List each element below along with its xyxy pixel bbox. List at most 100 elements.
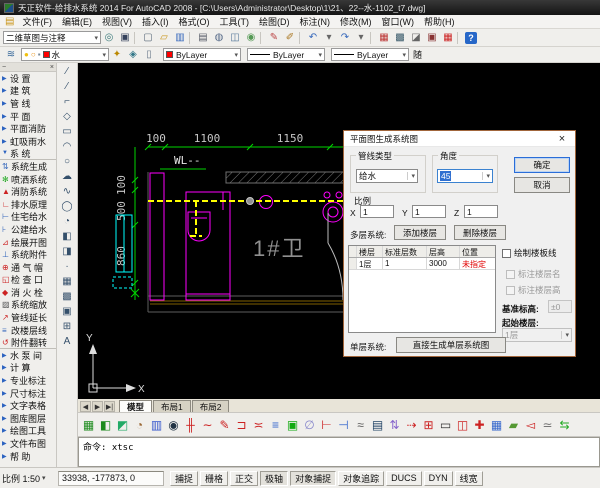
layer-manager-icon[interactable]: ◈: [125, 48, 141, 62]
sidebar-group-settings[interactable]: 设 置: [0, 72, 56, 85]
undo-icon[interactable]: ↶: [305, 31, 321, 45]
menu-item[interactable]: 插入(I): [137, 17, 174, 27]
color-combobox[interactable]: ByLayer: [163, 48, 241, 61]
tz-tool-icon[interactable]: ⇆: [556, 416, 573, 433]
tz-tool-icon[interactable]: ≡: [267, 416, 284, 433]
text-icon[interactable]: A: [59, 334, 76, 349]
matchprop-icon[interactable]: ✐: [282, 31, 298, 45]
tab-last-icon[interactable]: ▶|: [104, 401, 115, 412]
sidebar-group-system[interactable]: 系 统: [0, 148, 56, 161]
toolbar-icon[interactable]: [134, 32, 139, 44]
sidebar-cmd-change-floor-line[interactable]: ≡ 改楼层线: [0, 324, 56, 337]
workspace-combobox[interactable]: 二维草图与注释: [3, 31, 101, 44]
tz-tool-icon[interactable]: ≃: [539, 416, 556, 433]
toggle-polar[interactable]: 极轴: [260, 471, 288, 486]
tz-doc-icon[interactable]: ◪: [408, 31, 424, 45]
redo-icon[interactable]: ↷: [337, 31, 353, 45]
ellipse-icon[interactable]: ◯: [59, 199, 76, 214]
sidebar-cmd-pipe-extend[interactable]: ↗ 管线延长: [0, 311, 56, 324]
sidebar-group-text-table[interactable]: 文字表格: [0, 399, 56, 412]
dialog-close-icon[interactable]: ×: [555, 133, 569, 145]
tz-tool-icon[interactable]: ≍: [250, 416, 267, 433]
circle-icon[interactable]: ○: [59, 154, 76, 169]
scale-y-input[interactable]: 1: [412, 205, 446, 218]
tz-tool-icon[interactable]: ▦: [80, 416, 97, 433]
polyline-icon[interactable]: ⌐: [59, 94, 76, 109]
floor-table[interactable]: 楼层 标准层数 层高 位置 1层 1 3000 未指定: [348, 245, 496, 333]
tz-tool-icon[interactable]: ▤: [369, 416, 386, 433]
tab-layout1[interactable]: 布局1: [153, 400, 191, 412]
toolbar-icon[interactable]: [260, 32, 265, 44]
toolbar-icon[interactable]: [189, 32, 194, 44]
tab-layout2[interactable]: 布局2: [192, 400, 230, 412]
table-icon[interactable]: ⊞: [59, 319, 76, 334]
sidebar-group-pipeline[interactable]: 管 线: [0, 97, 56, 110]
rectangle-icon[interactable]: ▭: [59, 124, 76, 139]
generate-single-button[interactable]: 直接生成单层系统图: [396, 337, 506, 353]
toggle-dyn[interactable]: DYN: [424, 471, 453, 486]
publish-icon[interactable]: ◫: [227, 31, 243, 45]
sidebar-cmd-public-water[interactable]: ⊦ 公建给水: [0, 223, 56, 236]
plot-preview-icon[interactable]: ◍: [211, 31, 227, 45]
sidebar-cmd-inspection-port[interactable]: ◱ 检 查 口: [0, 274, 56, 287]
sidebar-cmd-drainage-schematic[interactable]: ∟ 排水原理: [0, 198, 56, 211]
sidebar-cmd-system-generate[interactable]: ⇅ 系统生成: [0, 160, 56, 173]
insert-block-icon[interactable]: ◧: [59, 229, 76, 244]
redo-dropdown-icon[interactable]: ▾: [353, 31, 369, 45]
tab-first-icon[interactable]: ◀: [80, 401, 91, 412]
open-icon[interactable]: ▱: [156, 31, 172, 45]
sidebar-group-file-layout[interactable]: 文件布图: [0, 437, 56, 450]
sidebar-cmd-accessory-flip[interactable]: ↺ 附件翻转: [0, 336, 56, 349]
draw-slab-checkbox[interactable]: [502, 249, 511, 258]
tz-tool-icon[interactable]: ∅: [301, 416, 318, 433]
spline-icon[interactable]: ∿: [59, 184, 76, 199]
gradient-icon[interactable]: ▩: [59, 289, 76, 304]
undo-dropdown-icon[interactable]: ▾: [321, 31, 337, 45]
sidebar-cmd-vent-cap[interactable]: ⊕ 通 气 帽: [0, 261, 56, 274]
pencil-icon[interactable]: ✎: [266, 31, 282, 45]
toggle-lineweight[interactable]: 线宽: [455, 471, 483, 486]
tz-tool-icon[interactable]: ≈: [352, 416, 369, 433]
tz-tool-icon[interactable]: ∼: [199, 416, 216, 433]
sidebar-group-siphon-rain[interactable]: 虹吸雨水: [0, 135, 56, 148]
tz-tool-icon[interactable]: ⊞: [420, 416, 437, 433]
toggle-ortho[interactable]: 正交: [230, 471, 258, 486]
tz-tool-icon[interactable]: ◩: [114, 416, 131, 433]
toggle-otrack[interactable]: 对象追踪: [338, 471, 384, 486]
cancel-button[interactable]: 取消: [514, 177, 570, 193]
linetype-combobox[interactable]: ByLayer: [247, 48, 325, 61]
add-floor-button[interactable]: 添加楼层: [394, 225, 446, 240]
sidebar-cmd-fire-system[interactable]: ▲ 消防系统: [0, 185, 56, 198]
menu-item[interactable]: 帮助(H): [419, 17, 460, 27]
etransmit-icon[interactable]: ◉: [243, 31, 259, 45]
toolbar-icon[interactable]: [299, 32, 304, 44]
new-file-icon[interactable]: ▢: [140, 31, 156, 45]
sidebar-cmd-fire-hydrant[interactable]: ◆ 消 火 栓: [0, 286, 56, 299]
tz-tool-icon[interactable]: ╫: [182, 416, 199, 433]
sidebar-group-draw-tools[interactable]: 绘图工具: [0, 425, 56, 438]
sidebar-group-plan[interactable]: 平 面: [0, 110, 56, 123]
tz-table-icon[interactable]: ▦: [376, 31, 392, 45]
calculator-icon[interactable]: ▦: [440, 31, 456, 45]
tz-tool-icon[interactable]: ⊐: [233, 416, 250, 433]
dialog-title-bar[interactable]: 平面图生成系统图 ×: [344, 131, 575, 147]
toggle-grid[interactable]: 栅格: [200, 471, 228, 486]
delete-floor-button[interactable]: 删除楼层: [454, 225, 506, 240]
revcloud-icon[interactable]: ☁: [59, 169, 76, 184]
toolbar-icon[interactable]: [457, 32, 462, 44]
ellipse-arc-icon[interactable]: ◔: [59, 214, 76, 229]
help-icon[interactable]: ?: [465, 32, 477, 44]
sidebar-group-pump-room[interactable]: 水 泵 间: [0, 349, 56, 362]
tz-tool-icon[interactable]: ⇅: [386, 416, 403, 433]
tz-tool-icon[interactable]: ◔: [131, 416, 148, 433]
sidebar-group-help[interactable]: 帮 助: [0, 450, 56, 463]
scale-x-input[interactable]: 1: [360, 205, 394, 218]
tz-tool-icon[interactable]: ▦: [488, 416, 505, 433]
menu-item[interactable]: 工具(T): [214, 17, 254, 27]
tab-prev-icon[interactable]: ▶: [92, 401, 103, 412]
draw-slab-checkbox-row[interactable]: 绘制楼板线: [502, 247, 557, 259]
tz-tool-icon[interactable]: ▣: [284, 416, 301, 433]
tz-tool-icon[interactable]: ◅: [522, 416, 539, 433]
sidebar-cmd-residential-water[interactable]: ⊢ 住宅给水: [0, 211, 56, 224]
hatch-icon[interactable]: ▦: [59, 274, 76, 289]
